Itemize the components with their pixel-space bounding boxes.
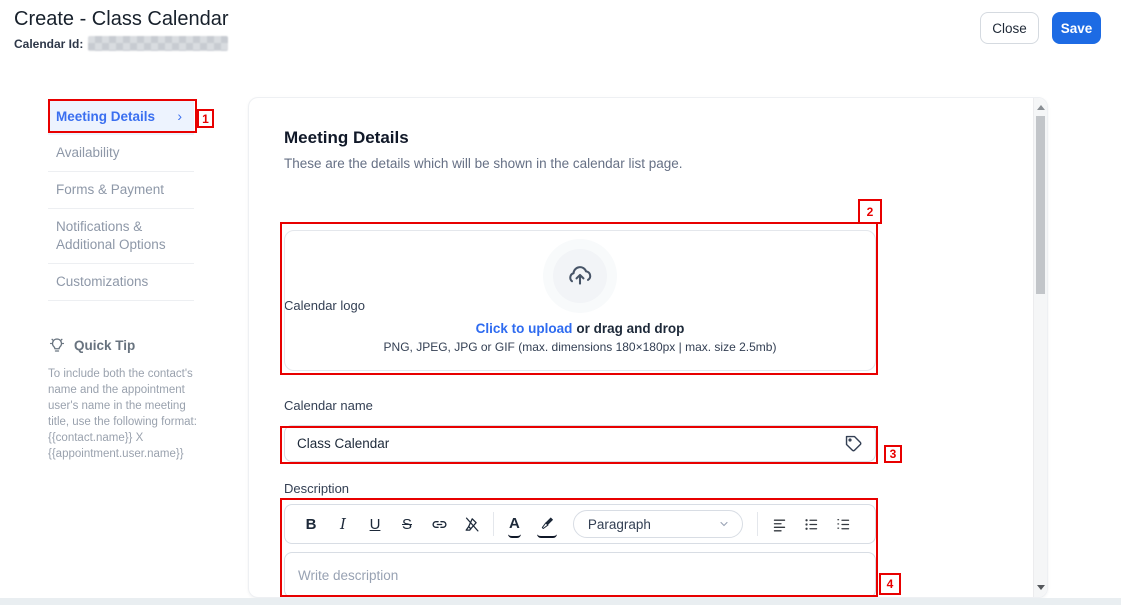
calendar-name-label: Calendar name (284, 398, 373, 413)
text-color-button[interactable]: A (508, 510, 521, 538)
chevron-down-icon (718, 518, 730, 530)
italic-button[interactable]: I (327, 510, 359, 538)
sidebar-item-meeting-details[interactable]: Meeting Details › (48, 99, 194, 135)
chevron-right-icon: › (177, 108, 182, 124)
save-button[interactable]: Save (1052, 12, 1101, 44)
upload-cloud-icon (553, 249, 607, 303)
calendar-id-redacted-value (88, 36, 229, 51)
rich-text-toolbar: B I U S A Paragraph (284, 504, 876, 544)
clear-format-icon[interactable] (455, 510, 487, 538)
sidebar-item-forms-payment[interactable]: Forms & Payment (48, 172, 194, 209)
close-button[interactable]: Close (980, 12, 1039, 44)
strikethrough-button[interactable]: S (391, 510, 423, 538)
scroll-up-arrow-icon[interactable] (1037, 105, 1045, 110)
drag-drop-text: or drag and drop (576, 321, 685, 336)
sidebar-item-availability[interactable]: Availability (48, 135, 194, 172)
annotation-label-1: 1 (197, 109, 214, 128)
description-placeholder: Write description (298, 568, 399, 583)
calendar-id-label: Calendar Id: (14, 36, 84, 51)
underline-button[interactable]: U (359, 510, 391, 538)
sidebar-item-notifications-options[interactable]: Notifications & Additional Options (48, 209, 194, 264)
tag-icon[interactable] (844, 434, 863, 453)
sidebar-item-label: Meeting Details (56, 109, 156, 124)
quick-tip: Quick Tip To include both the contact's … (48, 336, 202, 462)
paragraph-style-select[interactable]: Paragraph (572, 510, 743, 538)
highlight-button[interactable] (536, 510, 557, 538)
scrollbar-thumb[interactable] (1036, 116, 1045, 294)
quick-tip-body: To include both the contact's name and t… (48, 368, 197, 460)
link-icon[interactable] (423, 510, 455, 538)
page-title: Create - Class Calendar (14, 8, 229, 30)
meeting-details-panel: Meeting Details These are the details wh… (248, 97, 1048, 598)
description-editor[interactable]: Write description (284, 552, 876, 597)
settings-nav: Meeting Details › Availability Forms & P… (48, 99, 194, 301)
numbered-list-icon[interactable] (828, 510, 860, 538)
description-label: Description (284, 481, 350, 496)
quick-tip-title: Quick Tip (74, 337, 136, 353)
sidebar-item-customizations[interactable]: Customizations (48, 264, 194, 301)
calendar-id-row: Calendar Id: (14, 36, 229, 51)
paragraph-style-value: Paragraph (587, 516, 651, 532)
logo-upload-dropzone[interactable]: Click to upload or drag and drop PNG, JPE… (284, 230, 876, 371)
section-heading: Meeting Details (284, 128, 409, 147)
page-bottom-strip (0, 598, 1121, 605)
section-subheading: These are the details which will be show… (284, 156, 683, 171)
bullet-list-icon[interactable] (796, 510, 828, 538)
bold-button[interactable]: B (295, 510, 327, 538)
align-left-icon[interactable] (764, 510, 796, 538)
lightbulb-icon (48, 336, 66, 354)
toolbar-divider (493, 512, 494, 536)
panel-scrollbar[interactable] (1033, 98, 1047, 597)
click-to-upload-link[interactable]: Click to upload (476, 321, 573, 336)
toolbar-divider (756, 512, 758, 536)
upload-hint: PNG, JPEG, JPG or GIF (max. dimensions 1… (383, 340, 777, 354)
scroll-down-arrow-icon[interactable] (1037, 585, 1045, 590)
calendar-name-input[interactable] (284, 425, 876, 462)
